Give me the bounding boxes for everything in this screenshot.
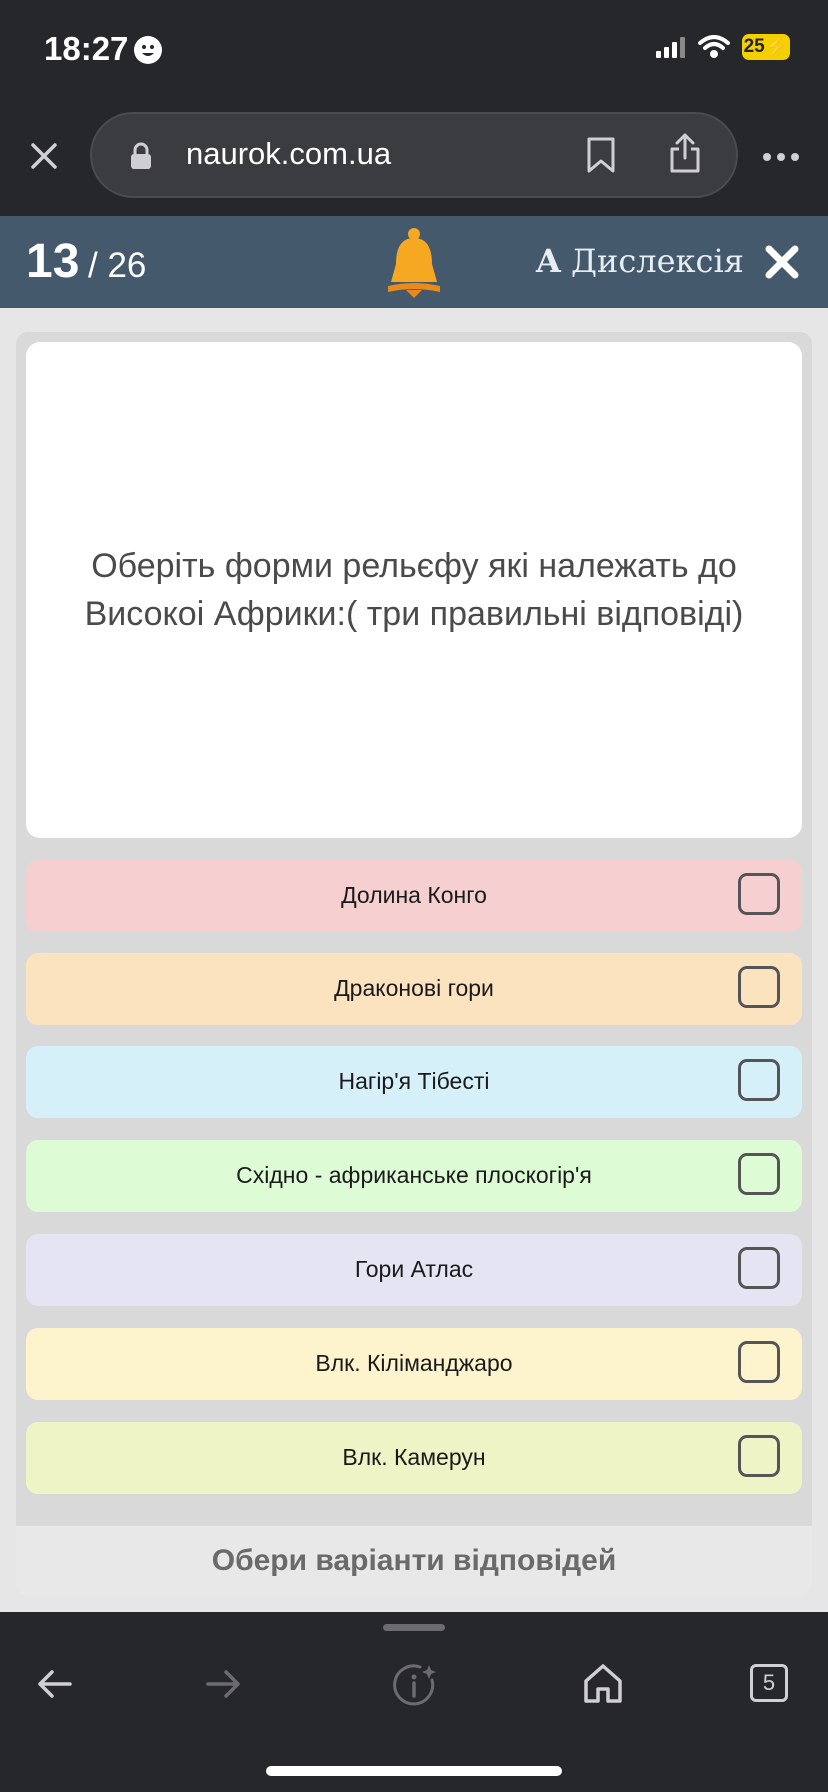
answer-option[interactable]: Долина Конго [26,860,802,932]
question-text: Оберіть форми рельєфу які належать до Ви… [84,547,744,633]
battery-icon: 25 ⚡ [742,34,790,60]
back-icon[interactable] [36,1668,72,1700]
submit-button[interactable]: Обери варіанти відповідей [16,1526,812,1596]
home-indicator [266,1766,562,1776]
close-quiz-icon[interactable] [764,244,800,280]
lock-icon [131,142,151,169]
battery-level: 25 [743,36,765,57]
bell-icon[interactable] [384,226,444,300]
smiley-icon [134,36,162,64]
more-options-icon[interactable] [762,152,800,162]
status-icons: 25 ⚡ [656,34,790,60]
close-tab-icon[interactable] [30,142,58,170]
dyslexia-toggle[interactable]: A Дислексія [536,242,744,280]
answer-checkbox[interactable] [738,1153,780,1195]
bookmark-icon[interactable] [586,136,616,174]
tabs-count: 5 [762,1670,776,1695]
forward-icon[interactable] [206,1668,242,1700]
answer-option-label: Влк. Кіліманджаро [315,1350,513,1376]
answer-option[interactable]: Східно - африканське плоскогір'я [26,1140,802,1212]
answer-checkbox[interactable] [738,1341,780,1383]
answer-option[interactable]: Влк. Камерун [26,1422,802,1494]
status-time: 18:27 [44,30,129,67]
home-icon[interactable] [582,1662,624,1704]
answer-option-label: Драконові гори [334,975,494,1001]
answer-checkbox[interactable] [738,1059,780,1101]
share-icon[interactable] [668,132,702,174]
submit-label: Обери варіанти відповідей [211,1544,617,1577]
address-bar[interactable]: naurok.com.ua [90,112,738,198]
dyslexia-label: Дислексія [571,242,744,280]
browser-toolbar: naurok.com.ua [0,100,828,216]
answer-option-label: Влк. Камерун [342,1444,486,1470]
answer-option-label: Долина Конго [341,882,487,908]
answer-option[interactable]: Драконові гори [26,953,802,1025]
status-bar: 18:27 25 ⚡ [0,0,828,100]
sheet-grabber[interactable] [383,1624,445,1631]
answer-checkbox[interactable] [738,966,780,1008]
answer-option-label: Гори Атлас [354,1256,474,1282]
browser-bottom-bar: 5 [0,1612,828,1792]
quiz-header: 13 / 26 A Дислексія [0,216,828,308]
question-number: 13 [26,235,80,288]
question-total: / 26 [88,246,147,285]
answer-checkbox[interactable] [738,1247,780,1289]
answer-option-label: Східно - африканське плоскогір'я [236,1162,592,1188]
answer-option[interactable]: Нагір'я Тібесті [26,1046,802,1118]
wifi-icon [698,35,730,58]
question-card: Оберіть форми рельєфу які належать до Ви… [26,342,802,838]
page-info-icon[interactable] [392,1662,438,1708]
url-text: naurok.com.ua [186,136,392,171]
cellular-signal-icon [656,37,685,58]
answer-checkbox[interactable] [738,873,780,915]
answer-option[interactable]: Влк. Кіліманджаро [26,1328,802,1400]
answer-option-label: Нагір'я Тібесті [338,1068,490,1094]
tabs-count-button[interactable]: 5 [750,1664,788,1702]
answer-option[interactable]: Гори Атлас [26,1234,802,1306]
font-a-icon: A [536,242,561,280]
answer-checkbox[interactable] [738,1435,780,1477]
